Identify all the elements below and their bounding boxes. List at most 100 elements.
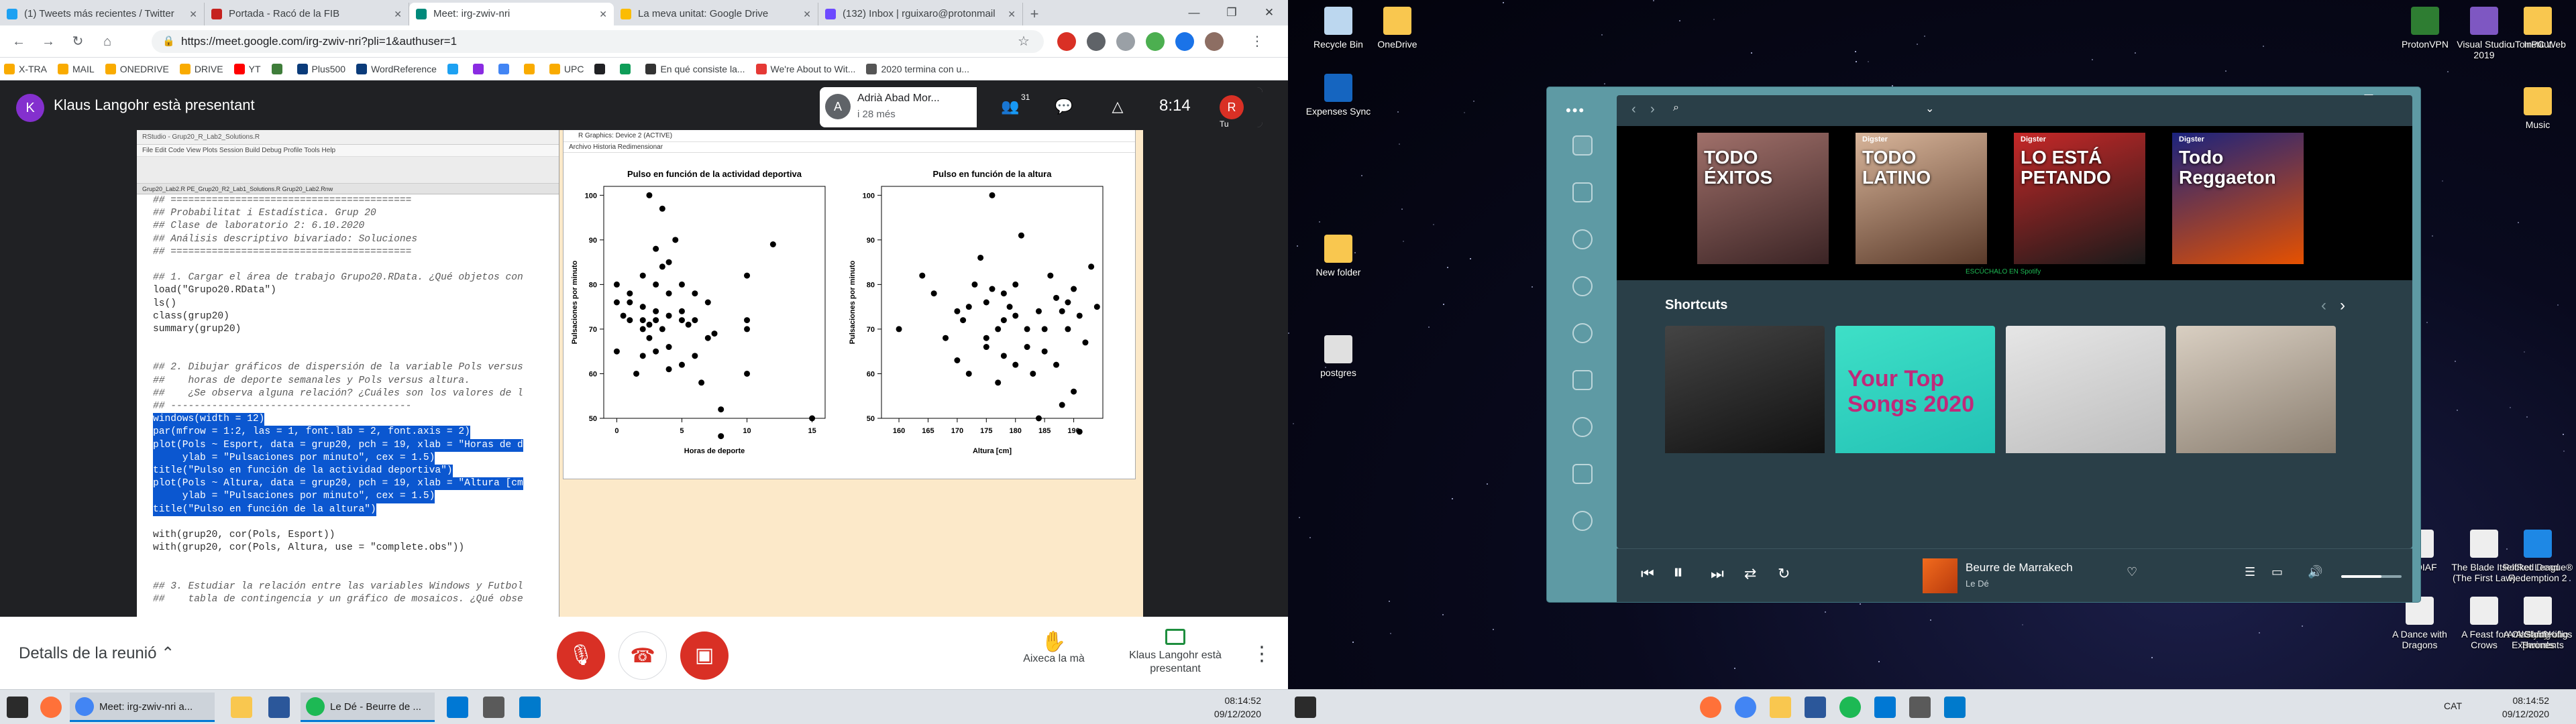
repeat-icon[interactable]: ↻ xyxy=(1778,565,1790,583)
tab-google-drive[interactable]: La meva unitat: Google Drive ✕ xyxy=(614,3,818,25)
extension-icon[interactable] xyxy=(1116,32,1135,51)
chevron-down-icon[interactable]: ⌄ xyxy=(1925,102,1934,115)
code-line[interactable] xyxy=(153,516,559,529)
settings-gear-icon[interactable] xyxy=(1909,697,1931,718)
search-icon[interactable]: ⌕ xyxy=(1673,102,1679,114)
library-nav-icon[interactable] xyxy=(1572,370,1593,390)
code-line[interactable]: ## =====================================… xyxy=(153,194,559,207)
back-arrow-icon[interactable]: ‹ xyxy=(1631,102,1636,117)
bookmark-item[interactable] xyxy=(271,63,286,74)
bookmark-item[interactable]: Plus500 xyxy=(297,63,345,74)
bookmark-star-icon[interactable]: ☆ xyxy=(1014,32,1033,51)
forward-arrow-icon[interactable]: › xyxy=(1650,102,1655,117)
next-track-icon[interactable]: ⏭ xyxy=(1711,565,1724,583)
code-line[interactable]: ls() xyxy=(153,298,559,310)
desktop-icon[interactable]: The Blade Itself (The First Law) xyxy=(2447,530,2521,583)
radio-nav-icon[interactable] xyxy=(1572,229,1593,249)
code-line[interactable]: title("Pulso en función de la altura") xyxy=(153,503,559,516)
bookmark-item[interactable] xyxy=(447,63,462,74)
firefox-icon[interactable] xyxy=(1700,697,1721,718)
chrome-icon[interactable] xyxy=(1735,697,1756,718)
shortcut-card[interactable] xyxy=(1665,326,1825,453)
new-tab-button[interactable]: + xyxy=(1023,3,1046,25)
bookmark-item[interactable]: UPC xyxy=(549,63,584,74)
word-icon[interactable] xyxy=(1805,697,1826,718)
code-line[interactable]: with(grup20, cor(Pols, Esport)) xyxy=(153,529,559,542)
back-icon[interactable]: ← xyxy=(9,32,28,51)
code-line[interactable] xyxy=(153,336,559,349)
activities-icon[interactable]: △ xyxy=(1108,98,1127,117)
code-line[interactable]: ## -------------------------------------… xyxy=(153,400,559,413)
code-line[interactable]: ## 1. Cargar el área de trabajo Grupo20.… xyxy=(153,272,559,284)
leave-call-button[interactable]: ☎ xyxy=(619,631,667,680)
code-line[interactable]: with(grup20, cor(Pols, Altura, use = "co… xyxy=(153,542,559,554)
bookmark-item[interactable]: YT xyxy=(233,63,261,74)
bookmark-item[interactable]: We're About to Wit... xyxy=(755,63,855,74)
presenting-button[interactable]: Klaus Langohr està presentant xyxy=(1128,629,1222,676)
bookmark-item[interactable]: 2020 termina con u... xyxy=(866,63,969,74)
more-dots-icon[interactable]: ••• xyxy=(1566,102,1585,119)
snip-icon[interactable] xyxy=(447,697,468,718)
code-line[interactable]: ## Clase de laboratorio 2: 6.10.2020 xyxy=(153,220,559,233)
desktop-icon[interactable]: PC xyxy=(2501,7,2575,50)
meeting-details-button[interactable]: Detalls de la reunió ⌃ xyxy=(19,644,174,663)
code-line[interactable] xyxy=(153,567,559,580)
code-line[interactable]: load("Grupo20.RData") xyxy=(153,284,559,297)
code-line[interactable]: ## =====================================… xyxy=(153,246,559,259)
spotify-ad-banner[interactable]: TODO ÉXITOS Digster TODO LATINO Digster LO E… xyxy=(1617,126,2412,280)
shortcut-card[interactable]: Your Top Songs 2020 xyxy=(1835,326,1995,453)
desktop-icon[interactable]: OneDrive xyxy=(1360,7,1434,50)
taskbar-app-meet[interactable]: Meet: irg-zwiv-nri a... xyxy=(70,692,215,722)
extension-icon[interactable] xyxy=(1146,32,1165,51)
podcast-nav-icon[interactable] xyxy=(1572,417,1593,437)
close-tab-icon[interactable]: ✕ xyxy=(394,3,402,25)
profile-avatar[interactable] xyxy=(1205,32,1224,51)
bookmark-item[interactable]: MAIL xyxy=(58,63,95,74)
start-icon[interactable] xyxy=(1295,697,1316,718)
desktop-icon[interactable]: New folder xyxy=(1301,235,1375,278)
volume-slider[interactable] xyxy=(2341,575,2402,578)
code-line[interactable]: ylab = "Pulsaciones por minuto", cex = 1… xyxy=(153,451,559,465)
tab-protonmail[interactable]: (132) Inbox | rguixaro@protonmail ✕ xyxy=(818,3,1023,25)
word-icon[interactable] xyxy=(268,697,290,718)
chevron-left-icon[interactable]: ‹ xyxy=(2321,296,2326,314)
raise-hand-button[interactable]: ✋ Aixeca la mà xyxy=(1017,630,1091,665)
code-line[interactable]: ## ¿Se observa alguna relación? ¿Cuáles … xyxy=(153,387,559,400)
code-line[interactable]: plot(Pols ~ Altura, data = grup20, pch =… xyxy=(153,477,559,491)
file-explorer-icon[interactable] xyxy=(1770,697,1791,718)
playlist-tile[interactable]: TODO ÉXITOS xyxy=(1697,133,1829,264)
code-line[interactable]: windows(width = 12) xyxy=(153,413,559,426)
code-line[interactable]: par(mfrow = 1:2, las = 1, font.lab = 2, … xyxy=(153,426,559,439)
more-options-icon[interactable]: ⋮ xyxy=(1252,642,1272,666)
firefox-icon[interactable] xyxy=(40,697,62,718)
code-line[interactable]: ## 2. Dibujar gráficos de dispersión de … xyxy=(153,361,559,374)
close-window-icon[interactable]: ✕ xyxy=(1250,0,1288,25)
volume-icon[interactable]: 🔊 xyxy=(2308,565,2322,579)
tab-raco-fib[interactable]: Portada - Racó de la FIB ✕ xyxy=(205,3,409,25)
settings-gear-icon[interactable] xyxy=(483,697,504,718)
download-nav-icon[interactable] xyxy=(1572,511,1593,531)
bookmark-item[interactable] xyxy=(620,63,635,74)
spotify-icon[interactable] xyxy=(1839,697,1861,718)
desktop-icon[interactable]: A Game of Thrones xyxy=(2501,597,2575,650)
snip-icon[interactable] xyxy=(1874,697,1896,718)
start-icon[interactable] xyxy=(7,697,28,718)
reload-icon[interactable]: ↻ xyxy=(68,32,87,51)
playlist-tile[interactable]: Digster Todo Reggaeton xyxy=(2172,133,2304,264)
code-line[interactable]: plot(Pols ~ Esport, data = grup20, pch =… xyxy=(153,438,559,452)
friends-nav-icon[interactable] xyxy=(1572,464,1593,484)
code-line[interactable]: ## 3. Estudiar la relación entre las var… xyxy=(153,581,559,593)
extension-icon[interactable] xyxy=(1175,32,1194,51)
chat-icon[interactable]: 💬 xyxy=(1055,98,1073,117)
track-artist[interactable]: Le Dé xyxy=(1966,579,1989,589)
maximize-icon[interactable]: ❐ xyxy=(1213,0,1250,25)
profile-nav-icon[interactable] xyxy=(1572,276,1593,296)
forward-icon[interactable]: → xyxy=(39,32,58,51)
code-line[interactable] xyxy=(153,349,559,361)
code-line[interactable]: class(grup20) xyxy=(153,310,559,323)
playlist-tile[interactable]: Digster LO ESTÁ PETANDO xyxy=(2014,133,2145,264)
desktop-icon[interactable]: A Dance with Dragons xyxy=(2383,597,2457,650)
recent-nav-icon[interactable] xyxy=(1572,323,1593,343)
menu-kebab-icon[interactable]: ⋮ xyxy=(1248,32,1267,51)
minimize-icon[interactable]: — xyxy=(1175,0,1213,25)
